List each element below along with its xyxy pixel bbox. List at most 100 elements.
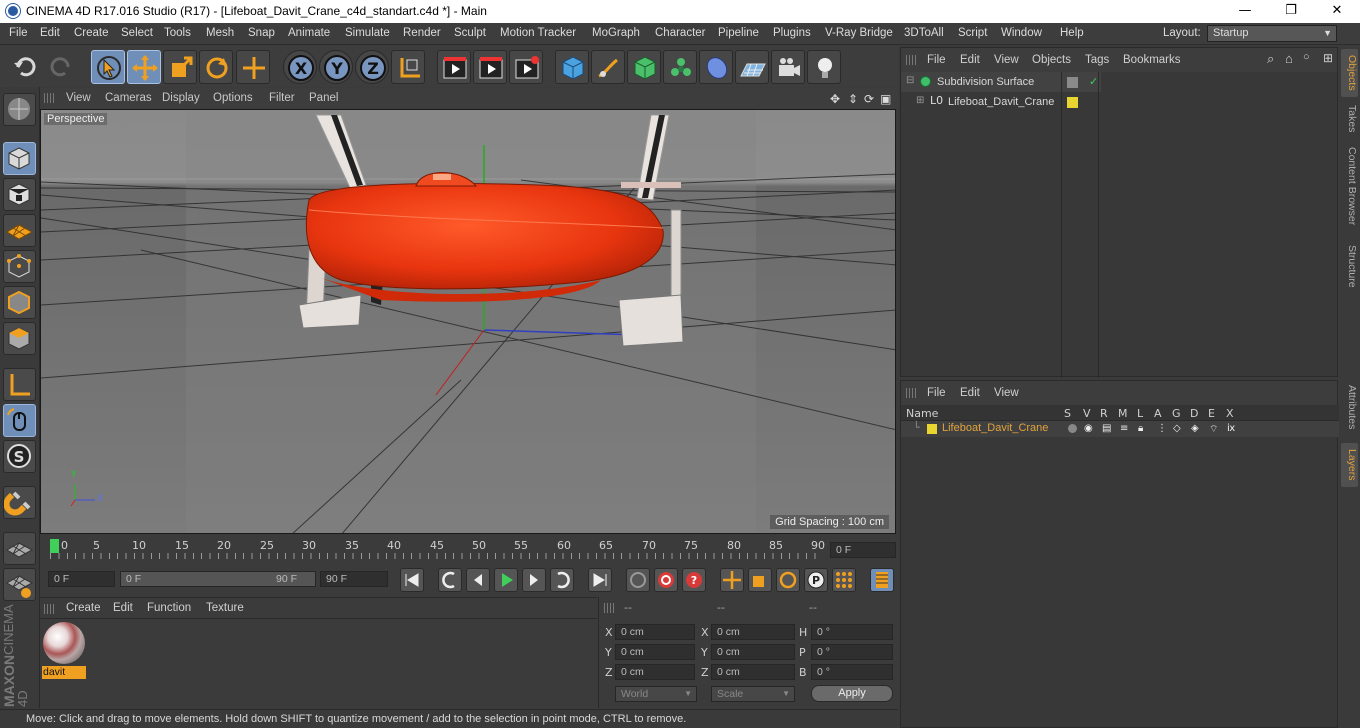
deformer-button[interactable] [699, 50, 733, 84]
eye-icon[interactable]: ◉ [1084, 423, 1093, 434]
key-parameter-button[interactable]: P [804, 568, 828, 592]
menu-simulate[interactable]: Simulate [345, 27, 390, 39]
visibility-toggle-icon[interactable] [1067, 77, 1078, 88]
pos-x-field[interactable]: 0 cm [615, 624, 695, 640]
move-tool-button[interactable] [127, 50, 161, 84]
end-frame-field[interactable]: 90 F [320, 571, 388, 587]
autokey-button[interactable] [654, 568, 678, 592]
workplane-mode-button[interactable] [3, 214, 36, 247]
generator-icon[interactable]: ◇ [1173, 423, 1181, 434]
menu-vray-bridge[interactable]: V-Ray Bridge [825, 27, 893, 39]
viewport-menu-panel[interactable]: Panel [309, 92, 338, 104]
search-icon[interactable]: ⌕ [1267, 51, 1274, 67]
tab-content-browser[interactable]: Content Browser [1341, 141, 1358, 231]
frame-range-slider[interactable]: 0 F 90 F [120, 571, 316, 587]
coordinate-system-button[interactable] [391, 50, 425, 84]
next-frame-button[interactable] [522, 568, 546, 592]
viewport-menu-options[interactable]: Options [213, 92, 253, 104]
new-panel-icon[interactable]: ⊞ [1323, 51, 1333, 65]
points-mode-button[interactable] [3, 250, 36, 283]
layer-color-swatch[interactable] [927, 424, 937, 434]
render-icon[interactable]: ▤ [1102, 423, 1111, 434]
column-manager[interactable]: M [1118, 407, 1128, 420]
cube-primitive-button[interactable] [555, 50, 589, 84]
menu-script[interactable]: Script [958, 27, 987, 39]
key-rotation-button[interactable] [776, 568, 800, 592]
menu-create[interactable]: Create [74, 27, 109, 39]
go-to-start-button[interactable] [400, 568, 424, 592]
close-button[interactable]: ✕ [1314, 0, 1360, 23]
render-view-button[interactable] [437, 50, 471, 84]
live-selection-button[interactable] [91, 50, 125, 84]
size-x-field[interactable]: 0 cm [711, 624, 795, 640]
layers-menu-view[interactable]: View [994, 387, 1019, 399]
viewport-menu-view[interactable]: View [66, 92, 91, 104]
viewport-rotate-icon[interactable]: ⟳ [864, 92, 874, 106]
menu-select[interactable]: Select [121, 27, 153, 39]
column-view[interactable]: V [1083, 407, 1091, 420]
menu-snap[interactable]: Snap [248, 27, 275, 39]
column-expressions[interactable]: E [1208, 407, 1215, 420]
transform-tool-button[interactable] [236, 50, 270, 84]
viewport-camera-label[interactable]: Perspective [44, 113, 108, 125]
go-to-end-button[interactable] [588, 568, 612, 592]
model-mode-button[interactable] [3, 142, 36, 175]
menu-help[interactable]: Help [1060, 27, 1084, 39]
size-mode-select[interactable]: Scale ▼ [711, 686, 795, 702]
menu-character[interactable]: Character [655, 27, 706, 39]
menu-mesh[interactable]: Mesh [206, 27, 234, 39]
tab-attributes[interactable]: Attributes [1341, 379, 1358, 435]
column-locked[interactable]: L [1137, 407, 1143, 420]
timeline-window-button[interactable] [870, 568, 894, 592]
camera-button[interactable] [771, 50, 805, 84]
render-to-picture-viewer-button[interactable] [473, 50, 507, 84]
column-name[interactable]: Name [906, 407, 938, 420]
menu-plugins[interactable]: Plugins [773, 27, 811, 39]
timeline-ruler[interactable]: 0 5 10 15 20 25 30 35 40 45 50 55 60 65 … [40, 536, 898, 564]
layer-color-icon[interactable] [1067, 97, 1078, 108]
viewport-menu-cameras[interactable]: Cameras [105, 92, 152, 104]
undo-button[interactable] [8, 50, 42, 84]
layers-menu-edit[interactable]: Edit [960, 387, 980, 399]
menu-3dtoall[interactable]: 3DToAll [904, 27, 944, 39]
cloner-button[interactable] [663, 50, 697, 84]
column-render[interactable]: R [1100, 407, 1108, 420]
axis-mode-button[interactable] [3, 368, 36, 401]
material-menu-create[interactable]: Create [66, 602, 101, 614]
key-scale-button[interactable] [748, 568, 772, 592]
next-key-button[interactable] [550, 568, 574, 592]
tweak-mode-button[interactable] [3, 404, 36, 437]
layer-row[interactable]: └ Lifeboat_Davit_Crane ◉ ▤ ≡ 🔒︎ ⋮ ◇ ◈ ⌔ … [901, 421, 1339, 437]
deformer-icon[interactable]: ◈ [1191, 423, 1199, 434]
menu-edit[interactable]: Edit [40, 27, 60, 39]
viewport-maximize-icon[interactable]: ▣ [880, 92, 891, 106]
menu-motion-tracker[interactable]: Motion Tracker [500, 27, 576, 39]
viewport-menu-display[interactable]: Display [162, 92, 200, 104]
objects-menu-file[interactable]: File [927, 54, 946, 66]
column-deformers[interactable]: D [1190, 407, 1198, 420]
scale-tool-button[interactable] [163, 50, 197, 84]
snap-button[interactable]: S [3, 440, 36, 473]
redo-button[interactable] [44, 50, 78, 84]
rot-h-field[interactable]: 0 ° [811, 624, 893, 640]
collapse-icon[interactable]: ⊟ [906, 75, 914, 86]
menu-pipeline[interactable]: Pipeline [718, 27, 759, 39]
column-solo[interactable]: S [1064, 407, 1071, 420]
material-menu-edit[interactable]: Edit [113, 602, 133, 614]
menu-mograph[interactable]: MoGraph [592, 27, 640, 39]
subdivision-surface-button[interactable] [627, 50, 661, 84]
z-axis-lock-button[interactable]: Z [355, 50, 389, 84]
x-axis-lock-button[interactable]: X [283, 50, 317, 84]
column-xref[interactable]: X [1226, 407, 1234, 420]
playhead-marker[interactable] [50, 539, 59, 553]
key-point-level-button[interactable] [832, 568, 856, 592]
layers-menu-file[interactable]: File [927, 387, 946, 399]
size-y-field[interactable]: 0 cm [711, 644, 795, 660]
coordinate-space-select[interactable]: World ▼ [615, 686, 697, 702]
home-icon[interactable]: ⌂ [1285, 51, 1293, 66]
objects-menu-bookmarks[interactable]: Bookmarks [1123, 54, 1181, 66]
pen-spline-button[interactable] [591, 50, 625, 84]
objects-menu-edit[interactable]: Edit [960, 54, 980, 66]
tab-structure[interactable]: Structure [1341, 239, 1358, 294]
pos-z-field[interactable]: 0 cm [615, 664, 695, 680]
